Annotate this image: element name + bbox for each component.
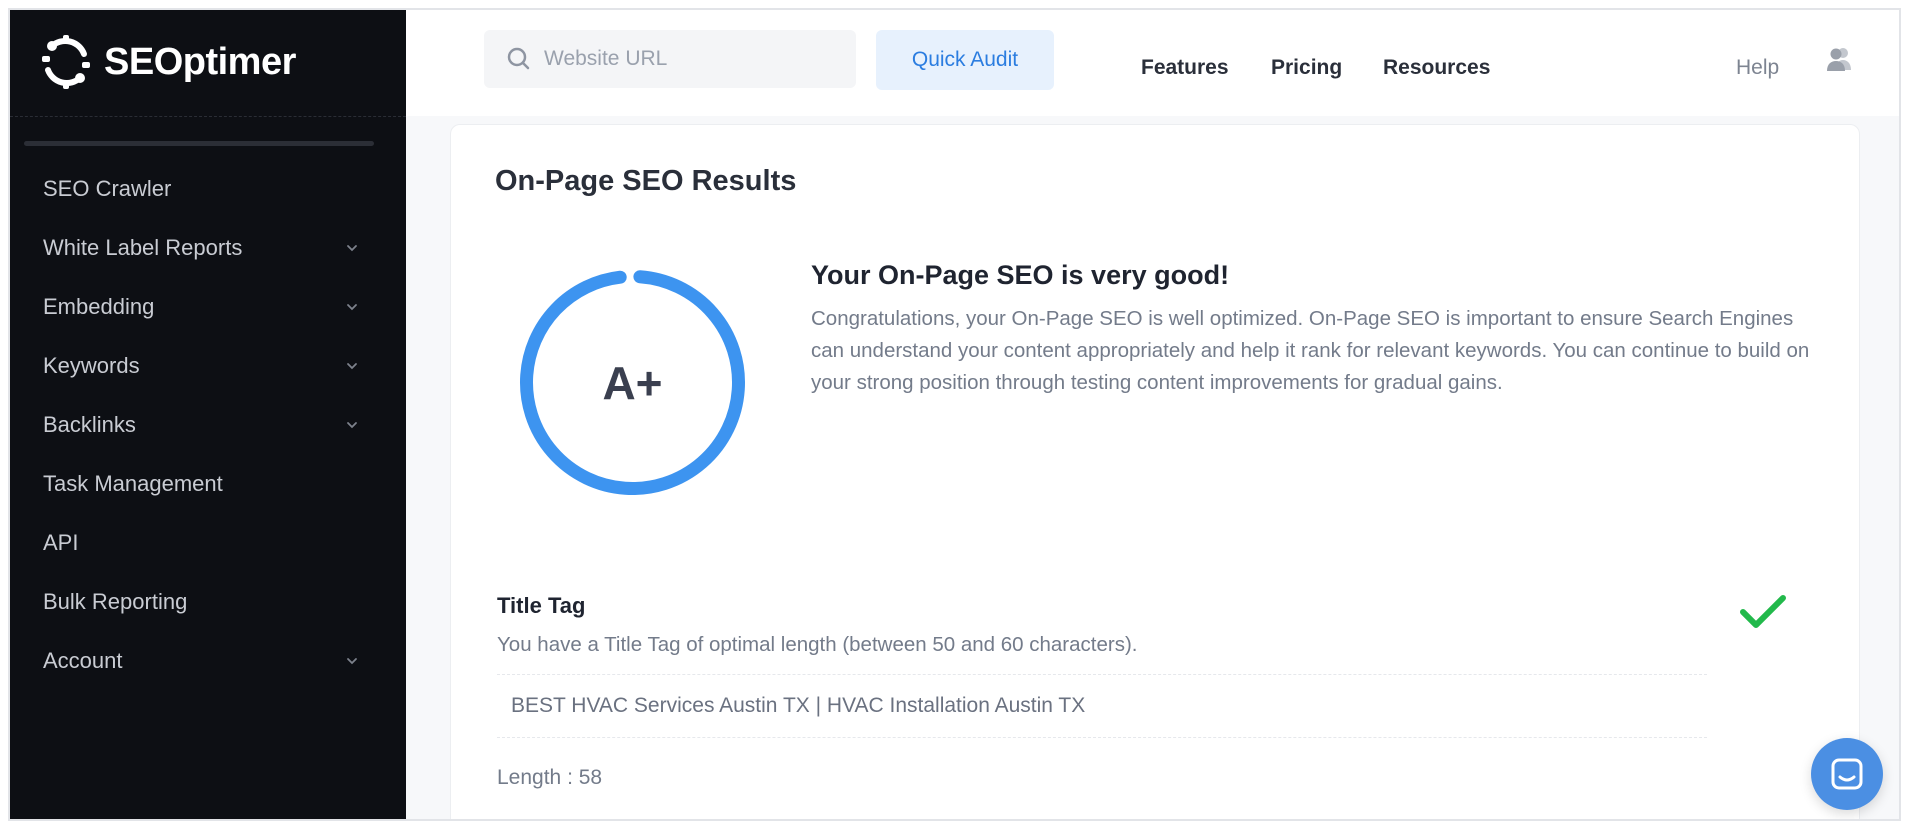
website-url-input[interactable] [544, 47, 834, 71]
sidebar-item-seo-crawler[interactable]: SEO Crawler [10, 159, 406, 218]
sidebar-item-backlinks[interactable]: Backlinks [10, 395, 406, 454]
nav-link-pricing[interactable]: Pricing [1271, 56, 1342, 80]
on-page-seo-card: On-Page SEO Results A+ Your On-Page SEO … [450, 124, 1860, 819]
chevron-down-icon [347, 657, 357, 664]
sidebar-item-keywords[interactable]: Keywords [10, 336, 406, 395]
sidebar-item-api[interactable]: API [10, 513, 406, 572]
sidebar-item-label: Account [43, 647, 123, 673]
sidebar-item-task-management[interactable]: Task Management [10, 454, 406, 513]
sidebar-divider [10, 116, 406, 117]
logo-text: SEOptimer [104, 40, 296, 83]
nav-link-resources[interactable]: Resources [1383, 56, 1490, 80]
sidebar-item-label: Embedding [43, 293, 155, 319]
help-link[interactable]: Help [1736, 56, 1779, 80]
sidebar-item-label: Task Management [43, 470, 223, 496]
nav-link-features[interactable]: Features [1141, 56, 1229, 80]
sidebar-item-embedding[interactable]: Embedding [10, 277, 406, 336]
sidebar-item-label: Backlinks [43, 411, 136, 437]
chevron-down-icon [347, 244, 357, 251]
chevron-down-icon [347, 421, 357, 428]
title-tag-heading: Title Tag [497, 593, 586, 618]
users-icon[interactable] [1824, 44, 1854, 74]
logo-icon [42, 35, 90, 89]
summary-text: Congratulations, your On-Page SEO is wel… [811, 307, 1810, 394]
title-tag-value: BEST HVAC Services Austin TX | HVAC Inst… [497, 674, 1707, 738]
chat-icon [1831, 758, 1863, 790]
sidebar-item-bulk-reporting[interactable]: Bulk Reporting [10, 572, 406, 631]
sidebar-nav: SEO Crawler White Label Reports Embeddin… [10, 159, 406, 690]
sidebar-item-label: API [43, 529, 79, 555]
quick-audit-button[interactable]: Quick Audit [876, 30, 1054, 90]
checkmark-icon [1740, 595, 1786, 628]
title-tag-description: You have a Title Tag of optimal length (… [497, 633, 1138, 656]
sidebar: SEOptimer SEO Crawler White Label Report… [10, 10, 406, 819]
sidebar-item-label: SEO Crawler [43, 175, 172, 201]
top-bar: Quick Audit Features Pricing Resources H… [406, 10, 1899, 116]
sidebar-scrollbar[interactable] [24, 141, 374, 146]
chat-button[interactable] [1811, 738, 1883, 810]
grade-label: A+ [602, 356, 663, 409]
page-title: On-Page SEO Results [495, 165, 797, 197]
title-tag-length: Length : 58 [497, 766, 603, 789]
sidebar-item-label: Keywords [43, 352, 140, 378]
chevron-down-icon [347, 362, 357, 369]
sidebar-item-white-label-reports[interactable]: White Label Reports [10, 218, 406, 277]
summary-title: Your On-Page SEO is very good! [811, 260, 1230, 290]
sidebar-item-label: Bulk Reporting [43, 588, 188, 614]
search-box[interactable] [484, 30, 856, 88]
sidebar-item-label: White Label Reports [43, 234, 243, 260]
app-window: SEOptimer SEO Crawler White Label Report… [8, 8, 1901, 821]
sidebar-item-account[interactable]: Account [10, 631, 406, 690]
chevron-down-icon [347, 303, 357, 310]
logo[interactable]: SEOptimer [36, 32, 296, 92]
search-icon [507, 47, 530, 70]
